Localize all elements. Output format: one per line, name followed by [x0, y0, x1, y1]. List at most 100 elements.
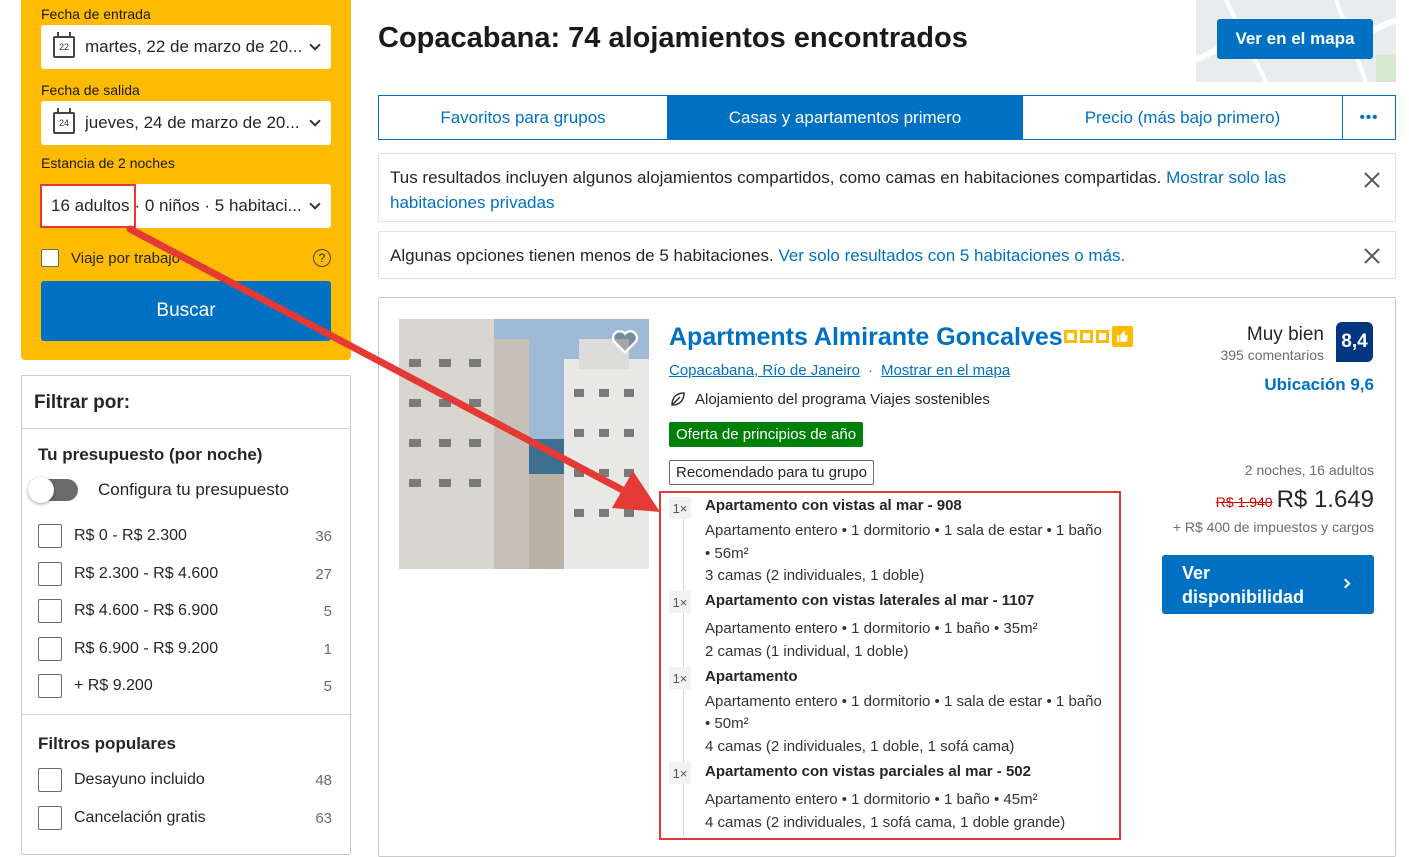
rating-squares	[1064, 326, 1133, 347]
group-recommended-badge: Recomendado para tu grupo	[669, 460, 874, 485]
budget-option-count: 27	[315, 565, 332, 583]
budget-option-label: + R$ 9.200	[74, 677, 153, 694]
tab-group-favorites[interactable]: Favoritos para grupos	[379, 96, 668, 139]
chevron-down-icon	[309, 198, 321, 210]
close-icon[interactable]	[1363, 171, 1381, 189]
checkout-date-field[interactable]: 24 jueves, 24 de marzo de 20...	[41, 101, 331, 145]
checkin-label: Fecha de entrada	[41, 6, 151, 22]
room-count-link[interactable]: Ver solo resultados con 5 habitaciones o…	[778, 246, 1125, 265]
popular-filter-count: 63	[315, 809, 332, 827]
budget-option-count: 5	[323, 677, 332, 695]
divider	[22, 714, 350, 715]
calendar-day: 24	[58, 118, 69, 128]
shared-rooms-notice: Tus resultados incluyen algunos alojamie…	[378, 153, 1396, 222]
deal-badge: Oferta de principios de año	[669, 422, 864, 447]
old-price: R$ 1.940	[1215, 494, 1273, 510]
budget-option[interactable]: R$ 0 - R$ 2.300 36	[38, 523, 332, 549]
filter-title: Filtrar por:	[34, 392, 131, 413]
popular-filter-option[interactable]: Cancelación gratis 63	[38, 805, 332, 831]
popular-filter-count: 48	[315, 771, 332, 789]
rating-word: Muy bien	[1246, 324, 1324, 345]
checkbox[interactable]	[38, 806, 62, 830]
checkbox[interactable]	[38, 674, 62, 698]
thumbs-up-icon	[1112, 326, 1133, 347]
chevron-down-icon	[309, 39, 321, 51]
budget-option-count: 5	[323, 602, 332, 620]
budget-option[interactable]: + R$ 9.200 5	[38, 673, 332, 699]
leaf-icon	[671, 392, 685, 406]
search-panel: Fecha de entrada 22 martes, 22 de marzo …	[21, 0, 351, 360]
location-score: Ubicación 9,6	[1264, 375, 1374, 394]
notice-text: Algunas opciones tienen menos de 5 habit…	[390, 246, 779, 265]
popular-filters-title: Filtros populares	[38, 734, 176, 753]
checkbox[interactable]	[38, 768, 62, 792]
calendar-day: 22	[58, 42, 69, 52]
taxes-note: + R$ 400 de impuestos y cargos	[1172, 519, 1374, 535]
rating-square-icon	[1096, 330, 1109, 343]
chevron-down-icon	[309, 115, 321, 127]
stay-length-label: Estancia de 2 noches	[41, 155, 175, 171]
property-photo-image	[399, 319, 649, 569]
search-button[interactable]: Buscar	[41, 281, 331, 341]
toggle-knob	[28, 477, 54, 503]
popular-filter-option[interactable]: Desayuno incluido 48	[38, 767, 332, 793]
show-on-map-link[interactable]: Mostrar en el mapa	[881, 362, 1010, 379]
budget-toggle-label: Configura tu presupuesto	[98, 480, 289, 499]
checkbox[interactable]	[38, 524, 62, 548]
stay-info: 2 noches, 16 adultos	[1244, 462, 1374, 478]
budget-title: Tu presupuesto (por noche)	[38, 445, 263, 464]
popular-filter-label: Desayuno incluido	[74, 771, 205, 788]
rating-square-icon	[1064, 330, 1077, 343]
notice-text: Tus resultados incluyen algunos alojamie…	[390, 168, 1167, 187]
price-row: R$ 1.940 R$ 1.649	[1160, 486, 1374, 514]
guests-rest: · 0 niños · 5 habitaci...	[134, 196, 302, 215]
business-trip-label: Viaje por trabajo	[71, 249, 180, 267]
rating-square-icon	[1080, 330, 1093, 343]
checkbox[interactable]	[38, 562, 62, 586]
budget-option-label: R$ 0 - R$ 2.300	[74, 527, 187, 544]
calendar-icon: 24	[53, 108, 75, 134]
budget-toggle[interactable]	[28, 477, 78, 503]
map-button[interactable]: Ver en el mapa	[1217, 19, 1373, 59]
business-trip-row[interactable]: Viaje por trabajo ?	[41, 245, 331, 271]
checkbox[interactable]	[38, 637, 62, 661]
availability-button[interactable]: Ver disponibilidad	[1162, 555, 1374, 614]
budget-option-label: R$ 4.600 - R$ 6.900	[74, 602, 219, 619]
more-options-icon[interactable]: •••	[1343, 96, 1395, 139]
checkin-date-value: martes, 22 de marzo de 20...	[85, 37, 303, 56]
room-count-notice: Algunas opciones tienen menos de 5 habit…	[378, 231, 1396, 279]
chevron-right-icon	[1340, 578, 1351, 589]
current-price: R$ 1.649	[1276, 486, 1374, 513]
calendar-icon: 22	[53, 32, 75, 58]
annotation-highlight-adults	[40, 184, 136, 228]
budget-option-label: R$ 6.900 - R$ 9.200	[74, 640, 219, 657]
filter-panel: Filtrar por: Tu presupuesto (por noche) …	[21, 375, 351, 855]
close-icon[interactable]	[1363, 247, 1381, 265]
sustainable-label: Alojamiento del programa Viajes sostenib…	[695, 390, 990, 408]
budget-option-count: 36	[315, 527, 332, 545]
budget-option[interactable]: R$ 6.900 - R$ 9.200 1	[38, 636, 332, 662]
review-count: 395 comentarios	[1220, 347, 1324, 363]
annotation-highlight-rooms	[659, 491, 1121, 840]
budget-option[interactable]: R$ 2.300 - R$ 4.600 27	[38, 561, 332, 587]
property-name[interactable]: Apartments Almirante Goncalves	[669, 323, 1063, 352]
tab-homes-first[interactable]: Casas y apartamentos primero	[668, 96, 1023, 139]
help-icon[interactable]: ?	[313, 249, 331, 267]
business-trip-checkbox[interactable]	[41, 249, 59, 267]
popular-filter-label: Cancelación gratis	[74, 809, 206, 826]
sustainable-row: Alojamiento del programa Viajes sostenib…	[669, 390, 990, 408]
availability-label: Ver disponibilidad	[1182, 563, 1304, 607]
checkin-date-field[interactable]: 22 martes, 22 de marzo de 20...	[41, 25, 331, 69]
property-photo[interactable]	[399, 319, 649, 569]
location-link[interactable]: Copacabana, Río de Janeiro	[669, 362, 860, 379]
heart-icon[interactable]	[611, 329, 639, 355]
checkbox[interactable]	[38, 599, 62, 623]
divider	[22, 428, 350, 429]
review-score: 8,4	[1336, 322, 1373, 362]
separator: ·	[867, 362, 873, 379]
budget-option[interactable]: R$ 4.600 - R$ 6.900 5	[38, 598, 332, 624]
tab-lowest-price[interactable]: Precio (más bajo primero)	[1023, 96, 1343, 139]
location-row: Copacabana, Río de Janeiro · Mostrar en …	[669, 362, 1010, 379]
budget-toggle-row[interactable]: Configura tu presupuesto	[28, 477, 289, 503]
budget-option-count: 1	[323, 640, 332, 658]
